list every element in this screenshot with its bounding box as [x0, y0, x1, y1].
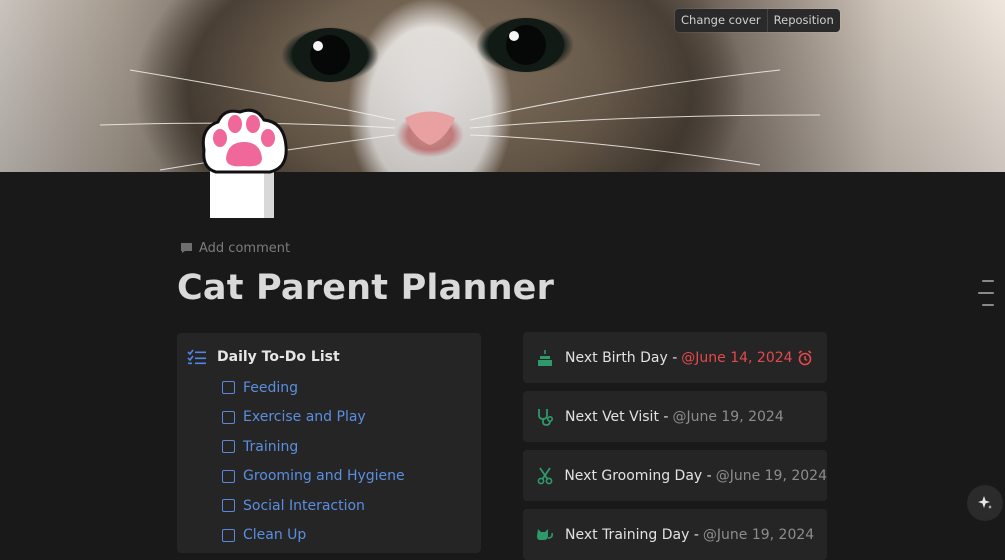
todo-label[interactable]: Training	[243, 439, 298, 455]
todo-item-feeding: Feeding	[222, 373, 405, 403]
todo-item-grooming: Grooming and Hygiene	[222, 462, 405, 492]
todo-item-social: Social Interaction	[222, 491, 405, 521]
event-card-birthday[interactable]: Next Birth Day - @June 14, 2024	[523, 332, 827, 383]
todo-label[interactable]: Social Interaction	[243, 498, 365, 514]
event-date[interactable]: @June 19, 2024	[703, 527, 814, 543]
checklist-icon	[187, 349, 206, 365]
todo-item-cleanup: Clean Up	[222, 521, 405, 551]
add-comment[interactable]: Add comment	[180, 239, 290, 257]
cat-photo-details	[99, 18, 821, 171]
add-comment-label: Add comment	[199, 240, 291, 256]
todo-checkbox[interactable]	[222, 499, 235, 513]
todo-label[interactable]: Feeding	[243, 380, 298, 396]
todo-item-exercise: Exercise and Play	[222, 403, 405, 433]
cover-image: Change cover Reposition	[0, 0, 1005, 172]
cat-paw-icon[interactable]	[198, 106, 290, 220]
cover-actions: Change cover Reposition	[675, 9, 840, 32]
todo-label[interactable]: Clean Up	[243, 527, 306, 543]
event-label: Next Training Day -	[565, 526, 699, 543]
toc-line	[978, 292, 994, 294]
event-label: Next Vet Visit -	[565, 408, 669, 425]
toc-line	[982, 280, 994, 282]
todo-list: Feeding Exercise and Play Training Groom…	[222, 373, 405, 550]
cat-icon	[535, 525, 555, 545]
todo-label[interactable]: Exercise and Play	[243, 409, 366, 425]
ai-assistant-button[interactable]	[968, 486, 1002, 520]
event-label: Next Grooming Day -	[564, 467, 712, 484]
todo-checkbox[interactable]	[222, 469, 235, 483]
todo-item-training: Training	[222, 432, 405, 462]
comment-icon	[181, 243, 192, 253]
event-date[interactable]: @June 19, 2024	[716, 468, 827, 484]
todo-title: Daily To-Do List	[217, 349, 340, 365]
todo-checkbox[interactable]	[222, 528, 235, 542]
toc-line	[982, 304, 994, 306]
table-of-contents-toggle[interactable]	[978, 280, 994, 316]
event-date[interactable]: @June 19, 2024	[672, 409, 783, 425]
alarm-clock-icon	[798, 349, 812, 365]
todo-label[interactable]: Grooming and Hygiene	[243, 468, 405, 484]
event-card-grooming[interactable]: Next Grooming Day - @June 19, 2024	[523, 450, 827, 501]
change-cover-button[interactable]: Change cover	[675, 9, 767, 32]
todo-checkbox[interactable]	[222, 381, 235, 395]
reposition-button[interactable]: Reposition	[768, 9, 840, 32]
todo-checkbox[interactable]	[222, 440, 235, 454]
event-card-vet[interactable]: Next Vet Visit - @June 19, 2024	[523, 391, 827, 442]
event-date[interactable]: @June 14, 2024	[681, 350, 792, 366]
cake-icon	[535, 348, 555, 368]
todo-card: Daily To-Do List Feeding Exercise and Pl…	[177, 333, 481, 553]
stethoscope-icon	[535, 407, 555, 427]
page-title[interactable]: Cat Parent Planner	[177, 268, 554, 308]
event-card-training[interactable]: Next Training Day - @June 19, 2024	[523, 509, 827, 560]
event-label: Next Birth Day -	[565, 349, 678, 366]
todo-checkbox[interactable]	[222, 410, 235, 424]
todo-header: Daily To-Do List	[187, 349, 340, 365]
sparkle-icon	[978, 496, 992, 509]
scissors-icon	[535, 466, 554, 486]
